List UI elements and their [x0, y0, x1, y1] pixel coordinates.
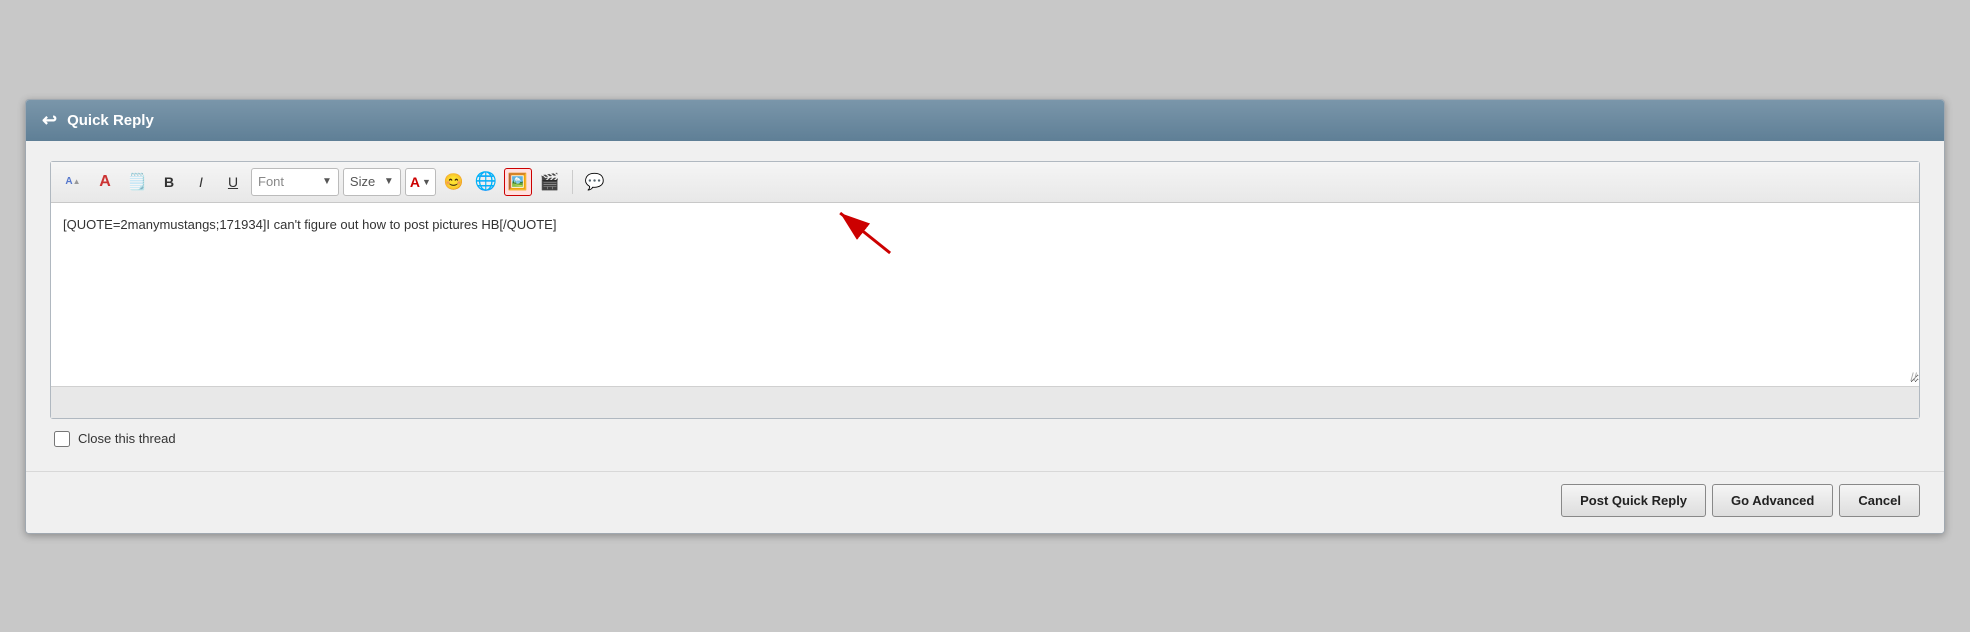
- font-size-smaller-icon: A: [65, 176, 72, 187]
- editor-container: A ▲ A 🗒️ B I: [50, 161, 1920, 419]
- dialog-footer: Post Quick Reply Go Advanced Cancel: [26, 471, 1944, 533]
- underline-icon: U: [228, 174, 238, 190]
- size-selector[interactable]: Size ▼: [343, 168, 401, 196]
- editor-area: [QUOTE=2manymustangs;171934]I can't figu…: [51, 203, 1919, 386]
- go-advanced-button[interactable]: Go Advanced: [1712, 484, 1833, 517]
- bold-button[interactable]: B: [155, 168, 183, 196]
- font-selector[interactable]: Font ▼: [251, 168, 339, 196]
- translate-icon: 🌐: [475, 171, 497, 192]
- size-select-label: Size: [350, 174, 380, 189]
- quote-button[interactable]: 💬: [581, 168, 609, 196]
- color-selector[interactable]: A ▼: [405, 168, 436, 196]
- editor-footer-bar: [51, 386, 1919, 418]
- back-icon[interactable]: ↩: [42, 110, 57, 131]
- color-letter-icon: A: [410, 174, 420, 190]
- toolbar: A ▲ A 🗒️ B I: [51, 162, 1919, 203]
- video-button[interactable]: 🎬: [536, 168, 564, 196]
- emoji-icon: 😊: [444, 172, 464, 192]
- font-size-larger-button[interactable]: A: [91, 168, 119, 196]
- color-arrow-icon: ▼: [422, 177, 431, 187]
- underline-button[interactable]: U: [219, 168, 247, 196]
- italic-icon: I: [199, 174, 203, 190]
- quick-reply-dialog: ↩ Quick Reply A ▲ A 🗒️: [25, 99, 1945, 534]
- italic-button[interactable]: I: [187, 168, 215, 196]
- image-icon-button[interactable]: 🖼️: [504, 168, 532, 196]
- remove-format-button[interactable]: 🗒️: [123, 168, 151, 196]
- font-size-smaller-button[interactable]: A ▲: [59, 168, 87, 196]
- dialog-header: ↩ Quick Reply: [26, 100, 1944, 141]
- close-thread-row: Close this thread: [50, 419, 1920, 455]
- post-quick-reply-button[interactable]: Post Quick Reply: [1561, 484, 1706, 517]
- size-select-arrow-icon: ▼: [384, 176, 394, 187]
- video-icon: 🎬: [540, 172, 560, 192]
- remove-format-icon: 🗒️: [127, 172, 147, 192]
- toolbar-separator: [572, 170, 573, 194]
- dialog-title: Quick Reply: [67, 112, 154, 129]
- font-select-label: Font: [258, 174, 318, 189]
- dialog-body: A ▲ A 🗒️ B I: [26, 141, 1944, 471]
- close-thread-checkbox[interactable]: [54, 431, 70, 447]
- emoji-button[interactable]: 😊: [440, 168, 468, 196]
- reply-textarea[interactable]: [QUOTE=2manymustangs;171934]I can't figu…: [51, 203, 1919, 383]
- close-thread-label[interactable]: Close this thread: [78, 431, 176, 446]
- font-decrease-sub-icon: ▲: [73, 177, 81, 186]
- bold-icon: B: [164, 174, 174, 190]
- translate-button[interactable]: 🌐: [472, 168, 500, 196]
- font-select-arrow-icon: ▼: [322, 176, 332, 187]
- image-icon: 🖼️: [508, 172, 528, 192]
- cancel-button[interactable]: Cancel: [1839, 484, 1920, 517]
- font-size-larger-icon: A: [99, 173, 111, 191]
- quote-icon: 💬: [585, 172, 605, 192]
